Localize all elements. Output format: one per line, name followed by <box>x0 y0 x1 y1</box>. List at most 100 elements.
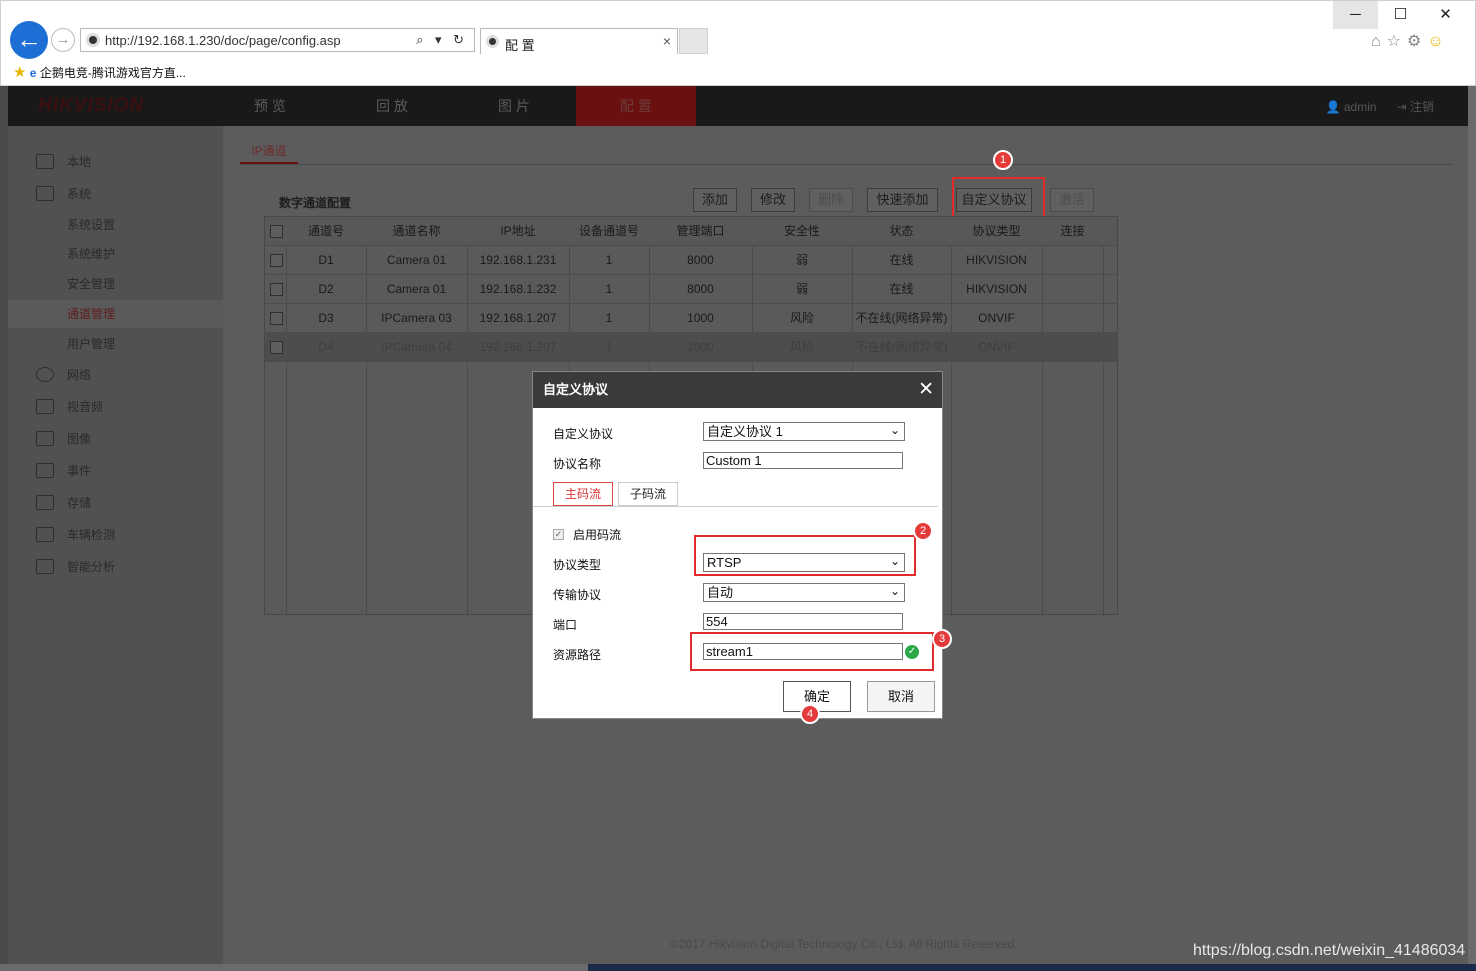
tab-favicon-icon <box>486 35 499 48</box>
forward-arrow-icon[interactable]: → <box>51 28 75 52</box>
row-checkbox[interactable] <box>270 312 283 325</box>
sidebar-item-local[interactable]: 本地 <box>8 148 223 176</box>
table-cell: ONVIF <box>978 311 1015 325</box>
column-header[interactable]: 连接 <box>1042 217 1103 246</box>
table-cell: 192.168.1.232 <box>479 282 557 296</box>
column-header[interactable]: IP地址 <box>467 217 569 246</box>
protocol-name-input[interactable]: Custom 1 <box>703 452 903 469</box>
search-refresh-icon[interactable]: ⌕ ▾ ↻ <box>416 32 468 48</box>
column-header[interactable]: 安全性 <box>752 217 852 246</box>
nav-picture[interactable]: 图 片 <box>454 86 574 126</box>
nav-configuration[interactable]: 配 置 <box>576 86 696 126</box>
table-row[interactable]: D4 IPCamera 04 192.168.1.207 1 1000 风险 不… <box>265 333 1117 362</box>
row-checkbox[interactable] <box>270 283 283 296</box>
maximize-icon[interactable]: ☐ <box>1378 1 1423 29</box>
url-text[interactable]: http://192.168.1.230/doc/page/config.asp <box>105 33 341 48</box>
custom-protocol-label: 自定义协议 <box>553 427 614 441</box>
column-header[interactable]: 通道名称 <box>366 217 467 246</box>
close-window-icon[interactable]: ✕ <box>1423 1 1468 29</box>
globe-icon <box>36 367 54 382</box>
image-icon <box>36 431 54 446</box>
table-cell: 在线 <box>889 253 914 267</box>
column-header[interactable]: 协议类型 <box>951 217 1042 246</box>
highlight-box-3 <box>690 632 934 671</box>
sidebar-item-system[interactable]: 系统 <box>8 180 223 208</box>
row-checkbox[interactable] <box>270 254 283 267</box>
sidebar-item-event[interactable]: 事件 <box>8 457 223 485</box>
sidebar-item-storage[interactable]: 存储 <box>8 489 223 517</box>
annotation-marker-1: 1 <box>993 150 1013 170</box>
home-icon[interactable]: ⌂ <box>1371 33 1387 50</box>
sidebar-item-user-management[interactable]: 用户管理 <box>8 330 223 358</box>
monitor-icon <box>36 154 54 169</box>
nav-playback[interactable]: 回 放 <box>332 86 452 126</box>
table-cell: 8000 <box>687 282 714 296</box>
quick-add-button[interactable]: 快速添加 <box>867 188 938 212</box>
port-label: 端口 <box>553 618 578 632</box>
annotation-marker-3: 3 <box>932 629 952 649</box>
browser-tab[interactable]: 配 置 × <box>480 28 678 54</box>
tab-sub-stream[interactable]: 子码流 <box>618 482 678 506</box>
tab-divider <box>240 164 1452 165</box>
sidebar-item-security[interactable]: 安全管理 <box>8 270 223 298</box>
copyright-footer: ©2017 Hikvision Digital Technology Co., … <box>670 937 1018 951</box>
tab-close-icon[interactable]: × <box>663 33 671 49</box>
sidebar-item-image[interactable]: 图像 <box>8 425 223 453</box>
tab-main-stream[interactable]: 主码流 <box>553 482 613 506</box>
hikvision-logo: HIKVISION <box>38 95 145 116</box>
nav-preview[interactable]: 预 览 <box>210 86 330 126</box>
table-cell: Camera 01 <box>386 253 447 267</box>
transport-protocol-select[interactable]: 自动 ⌄ <box>703 583 905 602</box>
add-button[interactable]: 添加 <box>693 188 737 212</box>
back-arrow-icon[interactable]: ← <box>10 21 48 59</box>
site-favicon-icon <box>86 33 100 47</box>
user-icon: 👤 <box>1325 100 1341 114</box>
smiley-icon[interactable]: ☺ <box>1427 33 1449 50</box>
close-icon[interactable]: ✕ <box>918 378 934 401</box>
row-checkbox[interactable] <box>270 341 283 354</box>
sidebar-item-system-settings[interactable]: 系统设置 <box>8 211 223 239</box>
logout-link[interactable]: 注销 <box>1410 100 1434 114</box>
select-all-checkbox[interactable] <box>270 225 283 238</box>
activate-button[interactable]: 激活 <box>1050 188 1094 212</box>
favorite-link[interactable]: 企鹅电竞-腾讯游戏官方直... <box>40 66 186 80</box>
table-cell: 弱 <box>795 253 808 267</box>
app-top-nav: HIKVISION 预 览 回 放 图 片 配 置 👤 admin ⇥ 注销 <box>8 86 1468 126</box>
column-header[interactable]: 通道号 <box>286 217 366 246</box>
port-input[interactable]: 554 <box>703 613 903 630</box>
column-header[interactable]: 设备通道号 <box>569 217 649 246</box>
gear-icon[interactable]: ⚙ <box>1407 33 1427 50</box>
tab-ip-channel[interactable]: IP通道 <box>240 142 298 164</box>
storage-icon <box>36 495 54 510</box>
table-row[interactable]: D3 IPCamera 03 192.168.1.207 1 1000 风险 不… <box>265 304 1117 333</box>
user-area: 👤 admin ⇥ 注销 <box>1326 98 1434 115</box>
system-icon <box>36 186 54 201</box>
sidebar-item-system-maintenance[interactable]: 系统维护 <box>8 240 223 268</box>
table-cell: D4 <box>318 340 334 354</box>
table-cell: 1 <box>605 311 613 325</box>
star-icon[interactable]: ☆ <box>1387 33 1407 50</box>
table-row[interactable]: D2 Camera 01 192.168.1.232 1 8000 弱 在线 H… <box>265 275 1117 304</box>
delete-button[interactable]: 删除 <box>809 188 853 212</box>
modify-button[interactable]: 修改 <box>751 188 795 212</box>
sidebar-item-network[interactable]: 网络 <box>8 361 223 389</box>
sidebar-item-channel-management[interactable]: 通道管理 <box>8 300 223 328</box>
sidebar-item-vehicle-detection[interactable]: 车辆检测 <box>8 521 223 549</box>
address-bar[interactable]: http://192.168.1.230/doc/page/config.asp… <box>80 28 475 52</box>
favorites-star-icon[interactable]: ★ <box>13 64 26 81</box>
logout-icon[interactable]: ⇥ <box>1397 100 1407 114</box>
column-header[interactable]: 管理端口 <box>649 217 752 246</box>
cancel-button[interactable]: 取消 <box>867 681 935 712</box>
minimize-icon[interactable]: ─ <box>1333 1 1378 29</box>
table-cell: HIKVISION <box>966 253 1027 267</box>
custom-protocol-select[interactable]: 自定义协议 1 ⌄ <box>703 422 905 441</box>
new-tab-button[interactable] <box>679 28 708 54</box>
column-header[interactable]: 状态 <box>852 217 951 246</box>
dialog-title: 自定义协议 <box>533 372 942 408</box>
table-row[interactable]: D1 Camera 01 192.168.1.231 1 8000 弱 在线 H… <box>265 246 1117 275</box>
enable-stream-checkbox[interactable]: ✓ <box>553 529 564 540</box>
sidebar-item-smart-analysis[interactable]: 智能分析 <box>8 553 223 581</box>
chevron-down-icon: ⌄ <box>889 423 900 437</box>
sidebar-item-audio-video[interactable]: 视音频 <box>8 393 223 421</box>
browser-chrome: ← → http://192.168.1.230/doc/page/config… <box>0 0 1476 86</box>
